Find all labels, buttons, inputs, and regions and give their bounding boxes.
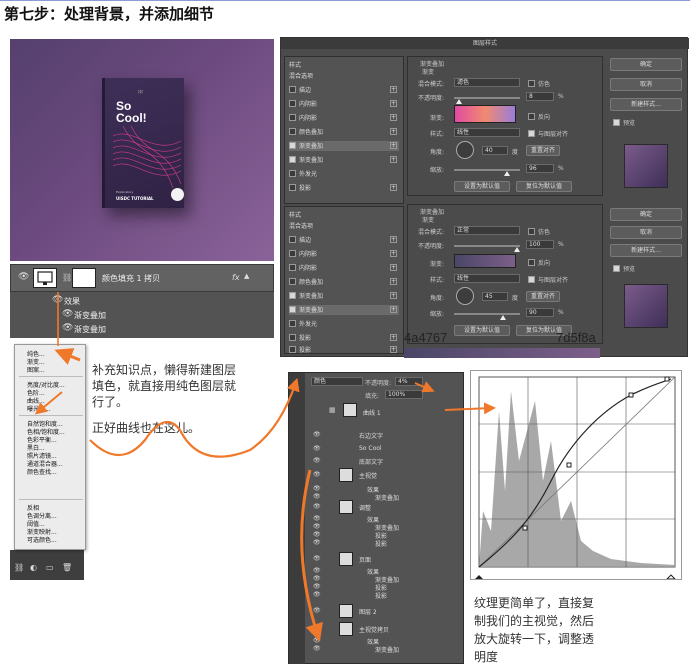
annotation-arrows bbox=[34, 292, 496, 642]
